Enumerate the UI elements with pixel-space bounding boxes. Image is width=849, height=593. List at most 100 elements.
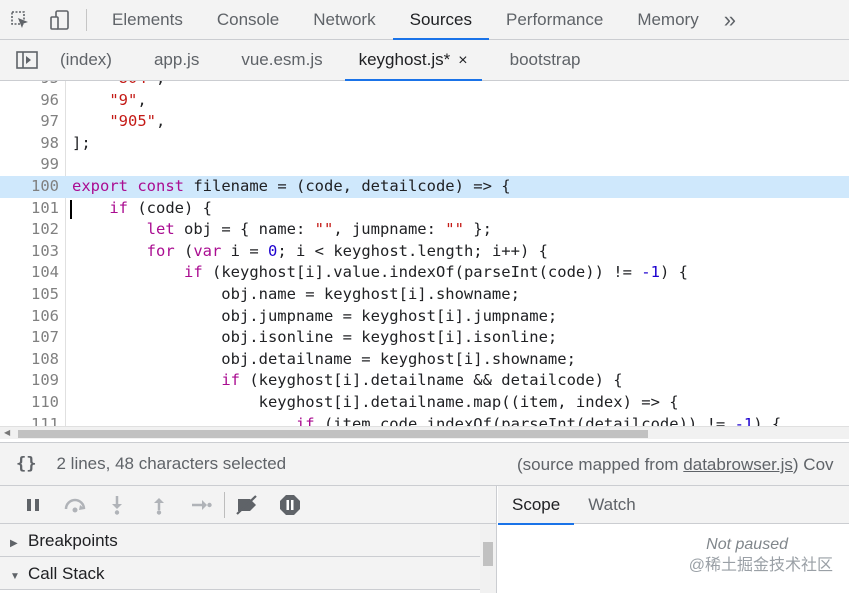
sidebar-scrollbar[interactable]: [480, 524, 496, 593]
tab-console[interactable]: Console: [200, 0, 296, 40]
scrollbar-thumb[interactable]: [18, 430, 648, 438]
code-line[interactable]: 110 keyghost[i].detailname.map((item, in…: [0, 392, 849, 414]
tab-performance[interactable]: Performance: [489, 0, 620, 40]
main-toolbar: Elements Console Network Sources Perform…: [0, 0, 849, 40]
code-line[interactable]: 98];: [0, 133, 849, 155]
tab-watch[interactable]: Watch: [574, 486, 650, 524]
pause-icon[interactable]: [12, 486, 54, 524]
line-number[interactable]: 96: [0, 90, 59, 112]
code-line[interactable]: 96 "9",: [0, 90, 849, 112]
code-line[interactable]: 102 let obj = { name: "", jumpname: "" }…: [0, 219, 849, 241]
deactivate-breakpoints-icon[interactable]: [227, 486, 269, 524]
tab-elements[interactable]: Elements: [95, 0, 200, 40]
file-tab-bar: (index) app.js vue.esm.js keyghost.js* × …: [0, 40, 849, 81]
code-line[interactable]: 107 obj.isonline = keyghost[i].isonline;: [0, 327, 849, 349]
code-editor[interactable]: 95 "804",96 "9",97 "905",98];99100export…: [0, 81, 849, 426]
breakpoints-section[interactable]: ▶ Breakpoints: [0, 524, 480, 557]
code-line[interactable]: 105 obj.name = keyghost[i].showname;: [0, 284, 849, 306]
code-text: "905",: [109, 112, 166, 131]
code-text: if (keyghost[i].value.indexOf(parseInt(c…: [183, 263, 688, 282]
code-text: let obj = { name: "", jumpname: "" };: [146, 220, 492, 239]
tab-sources[interactable]: Sources: [392, 0, 490, 40]
line-number[interactable]: 109: [0, 370, 59, 392]
debugger-sidebar: ▶ Breakpoints ▼ Call Stack: [0, 486, 497, 593]
line-number[interactable]: 104: [0, 262, 59, 284]
code-line[interactable]: 104 if (keyghost[i].value.indexOf(parseI…: [0, 262, 849, 284]
code-text: "9",: [109, 90, 147, 109]
code-text: "804",: [72, 81, 165, 90]
code-line[interactable]: 109 if (keyghost[i].detailname && detail…: [0, 370, 849, 392]
file-tab-index[interactable]: (index): [54, 40, 126, 80]
code-line[interactable]: 111 if (item.code.indexOf(parseInt(detai…: [0, 414, 849, 426]
code-text: obj.jumpname = keyghost[i].jumpname;: [72, 306, 558, 325]
line-number[interactable]: 107: [0, 327, 59, 349]
code-line[interactable]: 103 for (var i = 0; i < keyghost.length;…: [0, 241, 849, 263]
code-text: keyghost[i].detailname.map((item, index)…: [72, 393, 679, 411]
collapse-triangle-icon: ▼: [10, 571, 20, 582]
line-number[interactable]: 106: [0, 306, 59, 328]
line-number[interactable]: 97: [0, 111, 59, 133]
code-text: obj.isonline = keyghost[i].isonline;: [72, 328, 558, 347]
line-number[interactable]: 105: [0, 284, 59, 306]
code-line[interactable]: 108 obj.detailname = keyghost[i].shownam…: [0, 349, 849, 371]
line-number[interactable]: 103: [0, 241, 59, 263]
call-stack-section[interactable]: ▼ Call Stack: [0, 557, 480, 590]
source-mapped-prefix: (source mapped from: [517, 455, 684, 474]
text-caret: [70, 199, 72, 220]
step-icon[interactable]: [180, 486, 222, 524]
debugger-toolbar-divider: [224, 491, 225, 518]
code-line[interactable]: 106 obj.jumpname = keyghost[i].jumpname;: [0, 306, 849, 328]
line-number[interactable]: 102: [0, 219, 59, 241]
code-line[interactable]: 99: [0, 154, 849, 176]
horizontal-scrollbar[interactable]: ◀: [0, 426, 849, 439]
code-line[interactable]: 95 "804",: [0, 81, 849, 90]
sidebar-scrollbar-thumb[interactable]: [483, 542, 493, 566]
editor-status-bar: {} 2 lines, 48 characters selected (sour…: [0, 442, 849, 486]
line-number[interactable]: 98: [0, 133, 59, 155]
pretty-print-icon[interactable]: {}: [16, 454, 36, 474]
line-number[interactable]: 108: [0, 349, 59, 371]
tab-memory[interactable]: Memory: [620, 0, 715, 40]
step-out-icon[interactable]: [138, 486, 180, 524]
line-number[interactable]: 111: [0, 414, 59, 426]
step-over-icon[interactable]: [54, 486, 96, 524]
line-number[interactable]: 101: [0, 198, 59, 220]
code-text: obj.name = keyghost[i].showname;: [72, 285, 520, 303]
code-text: if (item.code.indexOf(parseInt(detailcod…: [295, 414, 782, 426]
tab-scope[interactable]: Scope: [498, 486, 575, 525]
code-line[interactable]: 101 if (code) {: [0, 198, 849, 220]
scroll-left-icon[interactable]: ◀: [4, 428, 10, 437]
line-number[interactable]: 99: [0, 154, 59, 176]
code-text: if (keyghost[i].detailname && detailcode…: [221, 371, 623, 390]
debugger-toolbar: [0, 486, 496, 524]
file-tab-vue-esm-js[interactable]: vue.esm.js: [235, 40, 336, 80]
inspect-element-icon[interactable]: [0, 0, 40, 40]
file-tab-bootstrap[interactable]: bootstrap: [504, 40, 595, 80]
line-number[interactable]: 95: [0, 81, 59, 90]
breakpoints-label: Breakpoints: [28, 531, 118, 550]
code-text: export const filename = (code, detailcod…: [72, 177, 511, 195]
source-mapped-info: (source mapped from databrowser.js) Cov: [517, 443, 834, 485]
selection-status: 2 lines, 48 characters selected: [56, 454, 287, 473]
pause-on-exceptions-icon[interactable]: [269, 486, 311, 524]
tab-network[interactable]: Network: [296, 0, 392, 40]
file-tab-app-js[interactable]: app.js: [148, 40, 213, 80]
source-mapped-suffix: ) Cov: [792, 455, 834, 474]
line-number[interactable]: 110: [0, 392, 59, 414]
more-tabs-icon[interactable]: »: [716, 0, 744, 40]
code-line[interactable]: 97 "905",: [0, 111, 849, 133]
toolbar-divider: [86, 8, 87, 31]
code-text: if (code) {: [109, 198, 212, 217]
device-toolbar-icon[interactable]: [40, 0, 80, 40]
file-tab-keyghost-label: keyghost.js*: [358, 50, 451, 69]
code-line[interactable]: 100 export const filename = (code, detail…: [0, 176, 849, 198]
line-number[interactable]: 100: [0, 176, 59, 198]
call-stack-label: Call Stack: [28, 564, 105, 583]
toggle-navigator-icon[interactable]: [0, 40, 54, 80]
expand-triangle-icon: ▶: [10, 538, 18, 549]
source-map-link[interactable]: databrowser.js: [683, 455, 793, 474]
step-into-icon[interactable]: [96, 486, 138, 524]
code-text: ];: [72, 133, 91, 152]
close-icon[interactable]: ×: [458, 52, 467, 69]
file-tab-keyghost-js[interactable]: keyghost.js* ×: [344, 40, 482, 81]
